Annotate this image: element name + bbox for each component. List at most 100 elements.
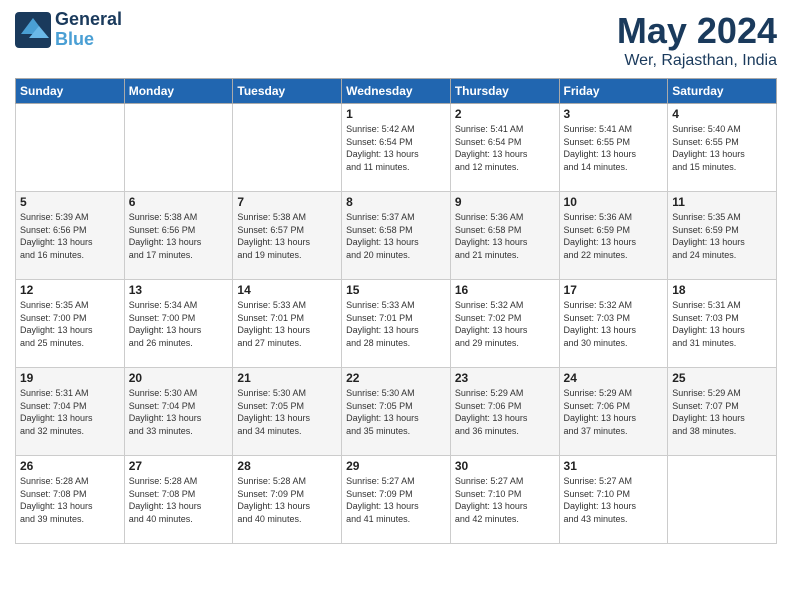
day-info: Sunrise: 5:40 AM Sunset: 6:55 PM Dayligh… — [672, 123, 772, 173]
week-row-5: 26Sunrise: 5:28 AM Sunset: 7:08 PM Dayli… — [16, 456, 777, 544]
day-cell-7: 7 Sunrise: 5:38 AM Sunset: 6:57 PM Daylig… — [233, 192, 342, 280]
day-info: Sunrise: 5:33 AM Sunset: 7:01 PM Dayligh… — [346, 299, 446, 349]
day-cell-10: 10Sunrise: 5:36 AM Sunset: 6:59 PM Dayli… — [559, 192, 668, 280]
day-info: Sunrise: 5:30 AM Sunset: 7:05 PM Dayligh… — [237, 387, 337, 437]
day-info: Sunrise: 5:35 AM Sunset: 6:59 PM Dayligh… — [672, 211, 772, 261]
day-number: 11 — [672, 195, 772, 209]
day-info: Sunrise: 5:41 AM Sunset: 6:55 PM Dayligh… — [564, 123, 664, 173]
logo-text: General Blue — [55, 10, 122, 50]
day-number: 7 — [237, 195, 337, 209]
day-number: 4 — [672, 107, 772, 121]
day-number: 22 — [346, 371, 446, 385]
day-info: Sunrise: 5:31 AM Sunset: 7:03 PM Dayligh… — [672, 299, 772, 349]
day-number: 27 — [129, 459, 229, 473]
day-cell-30: 30Sunrise: 5:27 AM Sunset: 7:10 PM Dayli… — [450, 456, 559, 544]
day-cell-19: 19 Sunrise: 5:31 AM Sunset: 7:04 PM Dayli… — [16, 368, 125, 456]
day-cell-23: 23Sunrise: 5:29 AM Sunset: 7:06 PM Dayli… — [450, 368, 559, 456]
weekday-header-sunday: Sunday — [16, 79, 125, 104]
day-number: 8 — [346, 195, 446, 209]
day-info: Sunrise: 5:32 AM Sunset: 7:02 PM Dayligh… — [455, 299, 555, 349]
day-number: 18 — [672, 283, 772, 297]
day-info: Sunrise: 5:29 AM Sunset: 7:07 PM Dayligh… — [672, 387, 772, 437]
day-info: Sunrise: 5:27 AM Sunset: 7:09 PM Dayligh… — [346, 475, 446, 525]
week-row-4: 19 Sunrise: 5:31 AM Sunset: 7:04 PM Dayli… — [16, 368, 777, 456]
day-cell-9: 9Sunrise: 5:36 AM Sunset: 6:58 PM Daylig… — [450, 192, 559, 280]
day-number: 1 — [346, 107, 446, 121]
day-info: Sunrise: 5:37 AM Sunset: 6:58 PM Dayligh… — [346, 211, 446, 261]
day-cell-14: 14 Sunrise: 5:33 AM Sunset: 7:01 PM Dayli… — [233, 280, 342, 368]
empty-cell — [124, 104, 233, 192]
day-number: 24 — [564, 371, 664, 385]
logo: General Blue — [15, 10, 122, 50]
day-cell-13: 13 Sunrise: 5:34 AM Sunset: 7:00 PM Dayli… — [124, 280, 233, 368]
day-cell-12: 12 Sunrise: 5:35 AM Sunset: 7:00 PM Dayli… — [16, 280, 125, 368]
day-cell-5: 5 Sunrise: 5:39 AM Sunset: 6:56 PM Daylig… — [16, 192, 125, 280]
day-number: 26 — [20, 459, 120, 473]
day-number: 2 — [455, 107, 555, 121]
day-cell-3: 3 Sunrise: 5:41 AM Sunset: 6:55 PM Daylig… — [559, 104, 668, 192]
day-number: 5 — [20, 195, 120, 209]
day-info: Sunrise: 5:42 AM Sunset: 6:54 PM Dayligh… — [346, 123, 446, 173]
day-info: Sunrise: 5:36 AM Sunset: 6:58 PM Dayligh… — [455, 211, 555, 261]
day-info: Sunrise: 5:34 AM Sunset: 7:00 PM Dayligh… — [129, 299, 229, 349]
header: General Blue May 2024 Wer, Rajasthan, In… — [15, 10, 777, 70]
day-cell-24: 24 Sunrise: 5:29 AM Sunset: 7:06 PM Dayli… — [559, 368, 668, 456]
day-number: 16 — [455, 283, 555, 297]
title-month: May 2024 — [617, 10, 777, 52]
day-number: 20 — [129, 371, 229, 385]
weekday-header-saturday: Saturday — [668, 79, 777, 104]
day-cell-2: 2 Sunrise: 5:41 AM Sunset: 6:54 PM Daylig… — [450, 104, 559, 192]
day-info: Sunrise: 5:27 AM Sunset: 7:10 PM Dayligh… — [455, 475, 555, 525]
weekday-header-wednesday: Wednesday — [342, 79, 451, 104]
day-number: 25 — [672, 371, 772, 385]
day-number: 10 — [564, 195, 664, 209]
day-number: 28 — [237, 459, 337, 473]
empty-cell — [16, 104, 125, 192]
day-number: 23 — [455, 371, 555, 385]
day-number: 12 — [20, 283, 120, 297]
day-cell-11: 11 Sunrise: 5:35 AM Sunset: 6:59 PM Dayli… — [668, 192, 777, 280]
day-info: Sunrise: 5:38 AM Sunset: 6:56 PM Dayligh… — [129, 211, 229, 261]
day-info: Sunrise: 5:32 AM Sunset: 7:03 PM Dayligh… — [564, 299, 664, 349]
day-info: Sunrise: 5:35 AM Sunset: 7:00 PM Dayligh… — [20, 299, 120, 349]
day-info: Sunrise: 5:29 AM Sunset: 7:06 PM Dayligh… — [564, 387, 664, 437]
day-info: Sunrise: 5:39 AM Sunset: 6:56 PM Dayligh… — [20, 211, 120, 261]
day-cell-1: 1 Sunrise: 5:42 AM Sunset: 6:54 PM Daylig… — [342, 104, 451, 192]
logo-line2: Blue — [55, 30, 122, 50]
day-cell-28: 28Sunrise: 5:28 AM Sunset: 7:09 PM Dayli… — [233, 456, 342, 544]
day-cell-27: 27Sunrise: 5:28 AM Sunset: 7:08 PM Dayli… — [124, 456, 233, 544]
day-info: Sunrise: 5:41 AM Sunset: 6:54 PM Dayligh… — [455, 123, 555, 173]
day-cell-25: 25 Sunrise: 5:29 AM Sunset: 7:07 PM Dayli… — [668, 368, 777, 456]
day-cell-16: 16 Sunrise: 5:32 AM Sunset: 7:02 PM Dayli… — [450, 280, 559, 368]
day-number: 13 — [129, 283, 229, 297]
day-number: 3 — [564, 107, 664, 121]
day-cell-6: 6 Sunrise: 5:38 AM Sunset: 6:56 PM Daylig… — [124, 192, 233, 280]
day-info: Sunrise: 5:27 AM Sunset: 7:10 PM Dayligh… — [564, 475, 664, 525]
week-row-2: 5 Sunrise: 5:39 AM Sunset: 6:56 PM Daylig… — [16, 192, 777, 280]
week-row-1: 1 Sunrise: 5:42 AM Sunset: 6:54 PM Daylig… — [16, 104, 777, 192]
calendar-page: General Blue May 2024 Wer, Rajasthan, In… — [0, 0, 792, 554]
day-number: 6 — [129, 195, 229, 209]
day-number: 21 — [237, 371, 337, 385]
day-cell-26: 26Sunrise: 5:28 AM Sunset: 7:08 PM Dayli… — [16, 456, 125, 544]
logo-icon — [15, 12, 51, 48]
day-number: 29 — [346, 459, 446, 473]
day-info: Sunrise: 5:38 AM Sunset: 6:57 PM Dayligh… — [237, 211, 337, 261]
weekday-header-friday: Friday — [559, 79, 668, 104]
day-info: Sunrise: 5:31 AM Sunset: 7:04 PM Dayligh… — [20, 387, 120, 437]
day-number: 14 — [237, 283, 337, 297]
weekday-header-tuesday: Tuesday — [233, 79, 342, 104]
day-cell-21: 21 Sunrise: 5:30 AM Sunset: 7:05 PM Dayli… — [233, 368, 342, 456]
title-location: Wer, Rajasthan, India — [617, 52, 777, 70]
day-info: Sunrise: 5:30 AM Sunset: 7:05 PM Dayligh… — [346, 387, 446, 437]
day-info: Sunrise: 5:33 AM Sunset: 7:01 PM Dayligh… — [237, 299, 337, 349]
day-number: 19 — [20, 371, 120, 385]
day-cell-15: 15 Sunrise: 5:33 AM Sunset: 7:01 PM Dayli… — [342, 280, 451, 368]
week-row-3: 12 Sunrise: 5:35 AM Sunset: 7:00 PM Dayli… — [16, 280, 777, 368]
logo-line1: General — [55, 10, 122, 30]
day-cell-18: 18 Sunrise: 5:31 AM Sunset: 7:03 PM Dayli… — [668, 280, 777, 368]
day-cell-20: 20Sunrise: 5:30 AM Sunset: 7:04 PM Dayli… — [124, 368, 233, 456]
weekday-header-monday: Monday — [124, 79, 233, 104]
day-cell-8: 8 Sunrise: 5:37 AM Sunset: 6:58 PM Daylig… — [342, 192, 451, 280]
day-number: 15 — [346, 283, 446, 297]
